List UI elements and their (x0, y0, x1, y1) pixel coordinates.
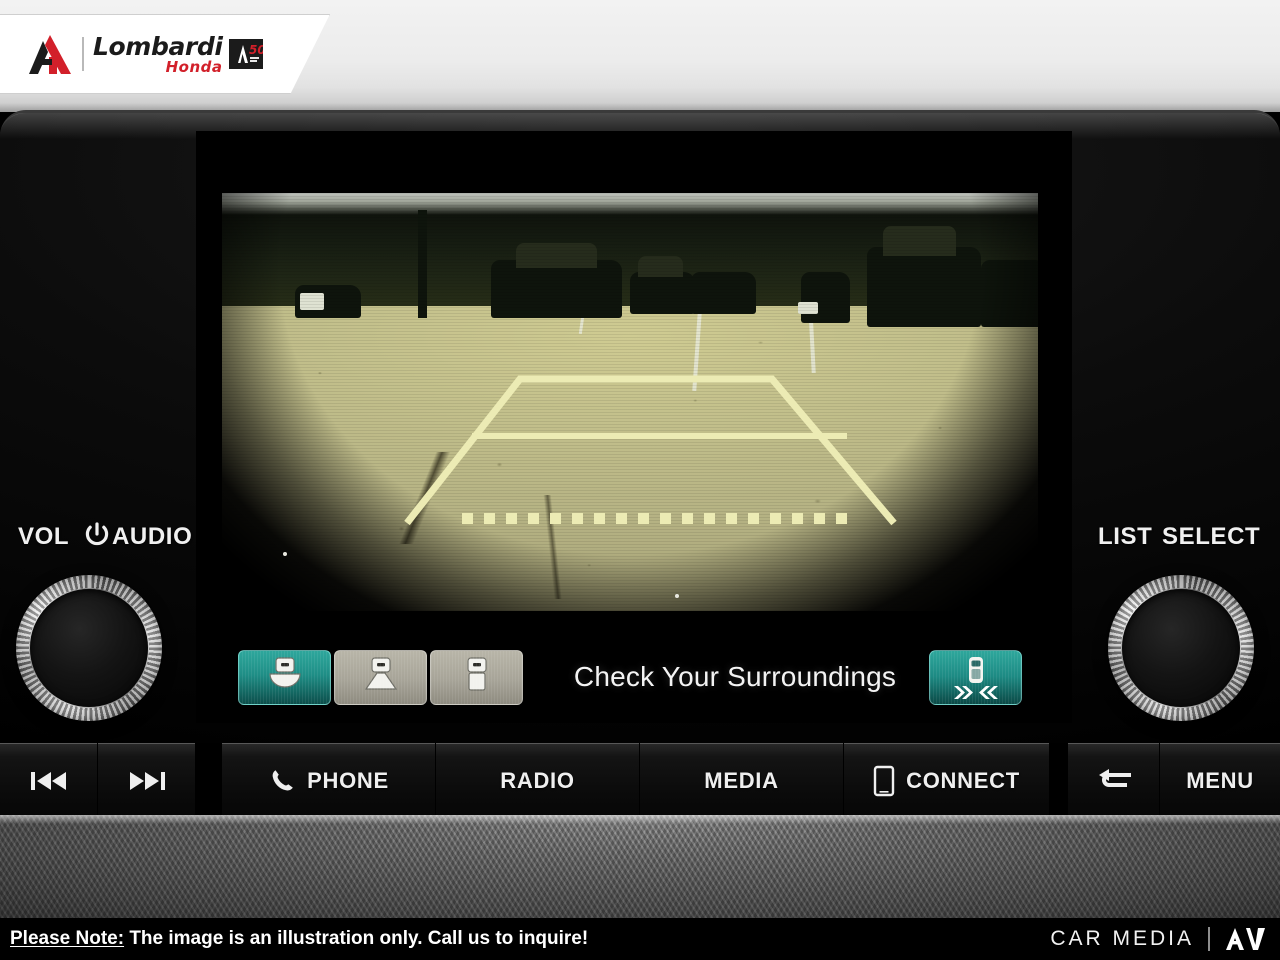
footer-bar: Please Note: The image is an illustratio… (0, 918, 1280, 960)
list-select-knob[interactable] (1108, 575, 1254, 721)
view-wide[interactable] (238, 649, 331, 705)
screenshot-root: Lombardi Honda 50 VOL AUDIO (0, 0, 1280, 960)
camera-control-bar: Check Your Surroundings (222, 643, 1038, 711)
parked-vehicle (980, 259, 1038, 327)
disclaimer-note: Please Note: The image is an illustratio… (0, 928, 588, 950)
dashboard-trim (0, 815, 1280, 925)
camera-normal-view-icon (364, 657, 397, 690)
menu-button-label: MENU (1186, 767, 1254, 793)
knob-face (30, 589, 148, 707)
previous-track-button[interactable] (0, 743, 98, 818)
vol-label: VOL (18, 523, 70, 550)
asphalt-crack-secondary (434, 495, 679, 599)
lcd-display[interactable]: Check Your Surroundings (196, 131, 1072, 723)
select-label: SELECT (1162, 523, 1261, 550)
parking-stall-line (692, 311, 703, 392)
audio-label: AUDIO (112, 523, 193, 550)
top-banner: Lombardi Honda 50 (0, 0, 1280, 112)
disclaimer-body: The image is an illustration only. Call … (124, 928, 589, 949)
svg-text:50: 50 (249, 43, 263, 57)
parked-vehicle (866, 247, 981, 327)
vehicle-headlight (299, 293, 324, 311)
cross-traffic-monitor-icon (953, 657, 998, 699)
next-track-button[interactable] (98, 743, 196, 818)
brand-divider (1208, 927, 1210, 951)
phone-button[interactable]: PHONE (222, 743, 436, 818)
camera-ground-asphalt (222, 302, 1038, 611)
car-media-brand: CAR MEDIA (1050, 926, 1280, 952)
connect-button[interactable]: CONNECT (844, 743, 1050, 818)
camera-wide-view-icon (268, 657, 301, 688)
cross-traffic-monitor-toggle[interactable] (929, 649, 1022, 705)
status-message: Check Your Surroundings (573, 661, 897, 692)
media-button-label: MEDIA (704, 767, 779, 793)
light-pole (417, 209, 427, 319)
camera-topdown-view-icon (466, 657, 487, 691)
dealer-logo-plate[interactable]: Lombardi Honda 50 (0, 14, 330, 94)
radio-button-label: RADIO (500, 767, 575, 793)
lombardi-lh-monogram-icon (29, 35, 71, 74)
parked-vehicle (691, 272, 757, 315)
av-logo-icon (1226, 928, 1265, 950)
parked-vehicle-roof (515, 243, 598, 269)
view-normal[interactable] (334, 649, 427, 705)
button-gap-left (196, 743, 222, 818)
phone-icon (272, 769, 293, 790)
back-button[interactable] (1068, 743, 1160, 818)
parked-vehicle-roof (638, 255, 684, 277)
button-gap-right (1050, 743, 1068, 818)
previous-track-icon (30, 771, 66, 790)
rear-camera-feed (222, 193, 1038, 611)
parked-vehicle (491, 259, 622, 319)
list-label: LIST (1098, 523, 1153, 550)
smartphone-icon (873, 765, 895, 796)
car-media-label: CAR MEDIA (1050, 927, 1194, 950)
volume-audio-knob[interactable] (16, 575, 162, 721)
media-button[interactable]: MEDIA (640, 743, 844, 818)
parked-vehicle (630, 272, 696, 315)
power-icon (85, 522, 109, 546)
disclaimer-prefix: Please Note: (10, 928, 125, 949)
view-topdown[interactable] (430, 649, 523, 705)
back-arrow-icon (1098, 768, 1131, 787)
hard-button-row: PHONE RADIO MEDIA CONNECT MENU (0, 743, 1280, 818)
knob-face (1122, 589, 1240, 707)
dealer-brand: Honda (165, 57, 223, 76)
connect-button-label: CONNECT (906, 767, 1020, 793)
dealer-name: Lombardi (93, 31, 223, 61)
next-track-icon (129, 771, 165, 790)
honda-50th-anniversary-badge: 50 (228, 39, 263, 69)
infotainment-head-unit: VOL AUDIO LIST SELECT Check Your Surroun… (0, 110, 1280, 818)
vehicle-headlight (798, 301, 818, 315)
parked-vehicle (801, 272, 851, 323)
radio-button[interactable]: RADIO (436, 743, 640, 818)
camera-view-selector (238, 649, 523, 705)
logo-divider (82, 37, 84, 71)
menu-button[interactable]: MENU (1160, 743, 1280, 818)
parked-vehicle-roof (882, 226, 957, 256)
phone-button-label: PHONE (307, 767, 389, 793)
